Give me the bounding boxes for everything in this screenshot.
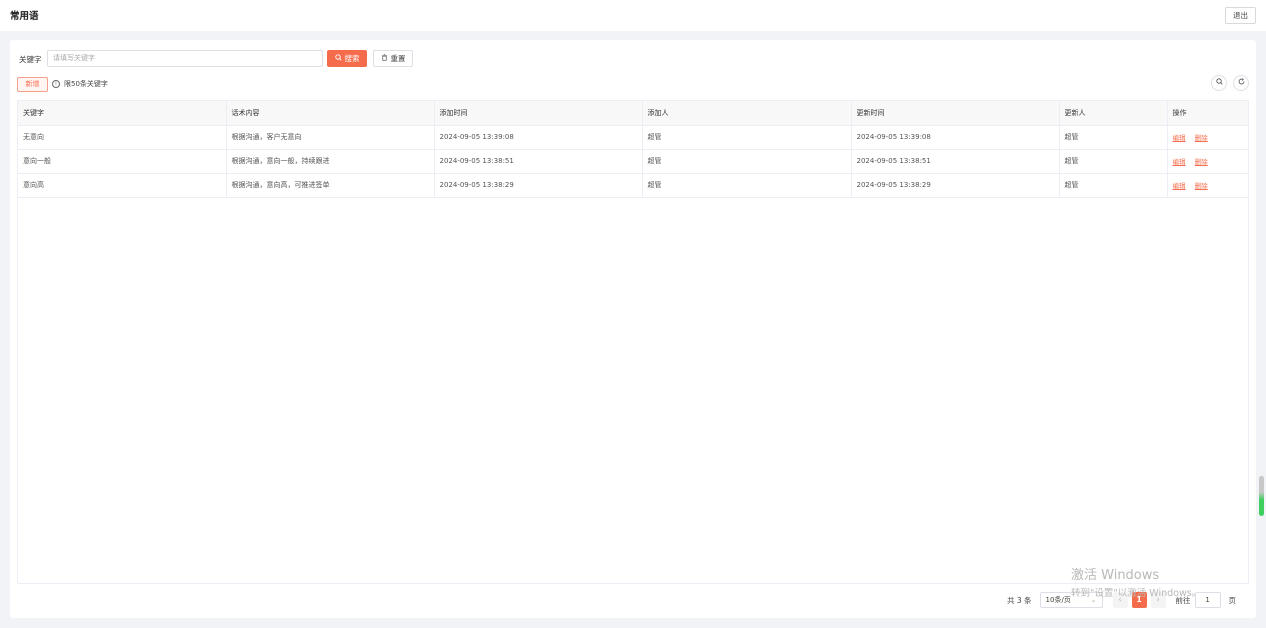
cell-added-by: 超管	[642, 125, 852, 150]
cell-added-at: 2024-09-05 13:39:08	[434, 125, 643, 150]
column-header-added-by: 添加人	[642, 101, 852, 126]
cell-updated-at: 2024-09-05 13:39:08	[851, 125, 1060, 150]
cell-keyword: 意向高	[18, 173, 227, 198]
page-title: 常用语	[10, 11, 39, 22]
cell-updated-by: 超管	[1059, 125, 1168, 150]
search-icon	[1215, 78, 1223, 87]
cell-updated-by: 超管	[1059, 173, 1168, 198]
search-icon	[334, 51, 342, 66]
keyword-label: 关键字	[19, 55, 42, 64]
edit-link[interactable]: 编辑	[1173, 134, 1186, 142]
cell-added-at: 2024-09-05 13:38:29	[434, 173, 643, 198]
page-size-value: 10条/页	[1045, 596, 1071, 604]
reset-button[interactable]: 重置	[373, 50, 413, 67]
column-header-actions: 操作	[1167, 101, 1248, 126]
keyword-input[interactable]: 请填写关键字	[47, 50, 323, 67]
delete-link[interactable]: 删除	[1195, 182, 1208, 190]
reset-button-label: 重置	[390, 54, 406, 63]
add-button[interactable]: 新增	[17, 77, 48, 92]
column-header-keyword: 关键字	[18, 101, 227, 126]
cell-actions: 编辑 删除	[1167, 173, 1248, 198]
page-suffix: 页	[1228, 595, 1237, 605]
table-row: 意向一般 根据沟通，意向一般，持续跟进 2024-09-05 13:38:51 …	[18, 149, 1248, 174]
table-row: 意向高 根据沟通，意向高，可推进签单 2024-09-05 13:38:29 超…	[18, 173, 1248, 198]
windows-activation-watermark: 激活 Windows 转到"设置"以激活 Windows。	[1071, 564, 1201, 599]
main-card: 关键字 请填写关键字 搜索 重置 新增 i 限50条关键字 关键字 话术内容 添…	[10, 40, 1256, 618]
column-header-updated-by: 更新人	[1059, 101, 1168, 126]
cell-updated-at: 2024-09-05 13:38:29	[851, 173, 1060, 198]
trash-icon	[381, 51, 388, 66]
cell-content: 根据沟通，意向高，可推进签单	[226, 173, 435, 198]
cell-keyword: 意向一般	[18, 149, 227, 174]
info-icon: i	[52, 80, 60, 88]
cell-added-by: 超管	[642, 149, 852, 174]
refresh-button[interactable]	[1233, 75, 1249, 91]
cell-updated-by: 超管	[1059, 149, 1168, 174]
column-header-added-at: 添加时间	[434, 101, 643, 126]
search-button-label: 搜索	[344, 54, 360, 63]
table-row: 无意向 根据沟通，客户无意向 2024-09-05 13:39:08 超管 20…	[18, 125, 1248, 150]
limit-note-text: 限50条关键字	[64, 80, 108, 88]
cell-keyword: 无意向	[18, 125, 227, 150]
delete-link[interactable]: 删除	[1195, 134, 1208, 142]
limit-note: i 限50条关键字	[52, 79, 108, 89]
total-count: 共 3 条	[1007, 595, 1032, 605]
table-header-row: 关键字 话术内容 添加时间 添加人 更新时间 更新人 操作	[18, 101, 1248, 126]
watermark-line1: 激活 Windows	[1071, 568, 1160, 583]
column-header-content: 话术内容	[226, 101, 435, 126]
scroll-indicator[interactable]	[1259, 476, 1264, 516]
column-header-updated-at: 更新时间	[851, 101, 1060, 126]
cell-actions: 编辑 删除	[1167, 149, 1248, 174]
edit-link[interactable]: 编辑	[1173, 158, 1186, 166]
cell-added-by: 超管	[642, 173, 852, 198]
refresh-icon	[1238, 78, 1245, 87]
search-button[interactable]: 搜索	[327, 50, 367, 67]
search-toggle-button[interactable]	[1211, 75, 1227, 91]
logout-button[interactable]: 退出	[1225, 7, 1256, 24]
cell-actions: 编辑 删除	[1167, 125, 1248, 150]
cell-updated-at: 2024-09-05 13:38:51	[851, 149, 1060, 174]
delete-link[interactable]: 删除	[1195, 158, 1208, 166]
cell-added-at: 2024-09-05 13:38:51	[434, 149, 643, 174]
phrases-table: 关键字 话术内容 添加时间 添加人 更新时间 更新人 操作 无意向 根据沟通，客…	[17, 100, 1249, 584]
cell-content: 根据沟通，客户无意向	[226, 125, 435, 150]
cell-content: 根据沟通，意向一般，持续跟进	[226, 149, 435, 174]
watermark-line2: 转到"设置"以激活 Windows。	[1071, 588, 1202, 599]
top-bar: 常用语 退出	[0, 0, 1266, 31]
edit-link[interactable]: 编辑	[1173, 182, 1186, 190]
